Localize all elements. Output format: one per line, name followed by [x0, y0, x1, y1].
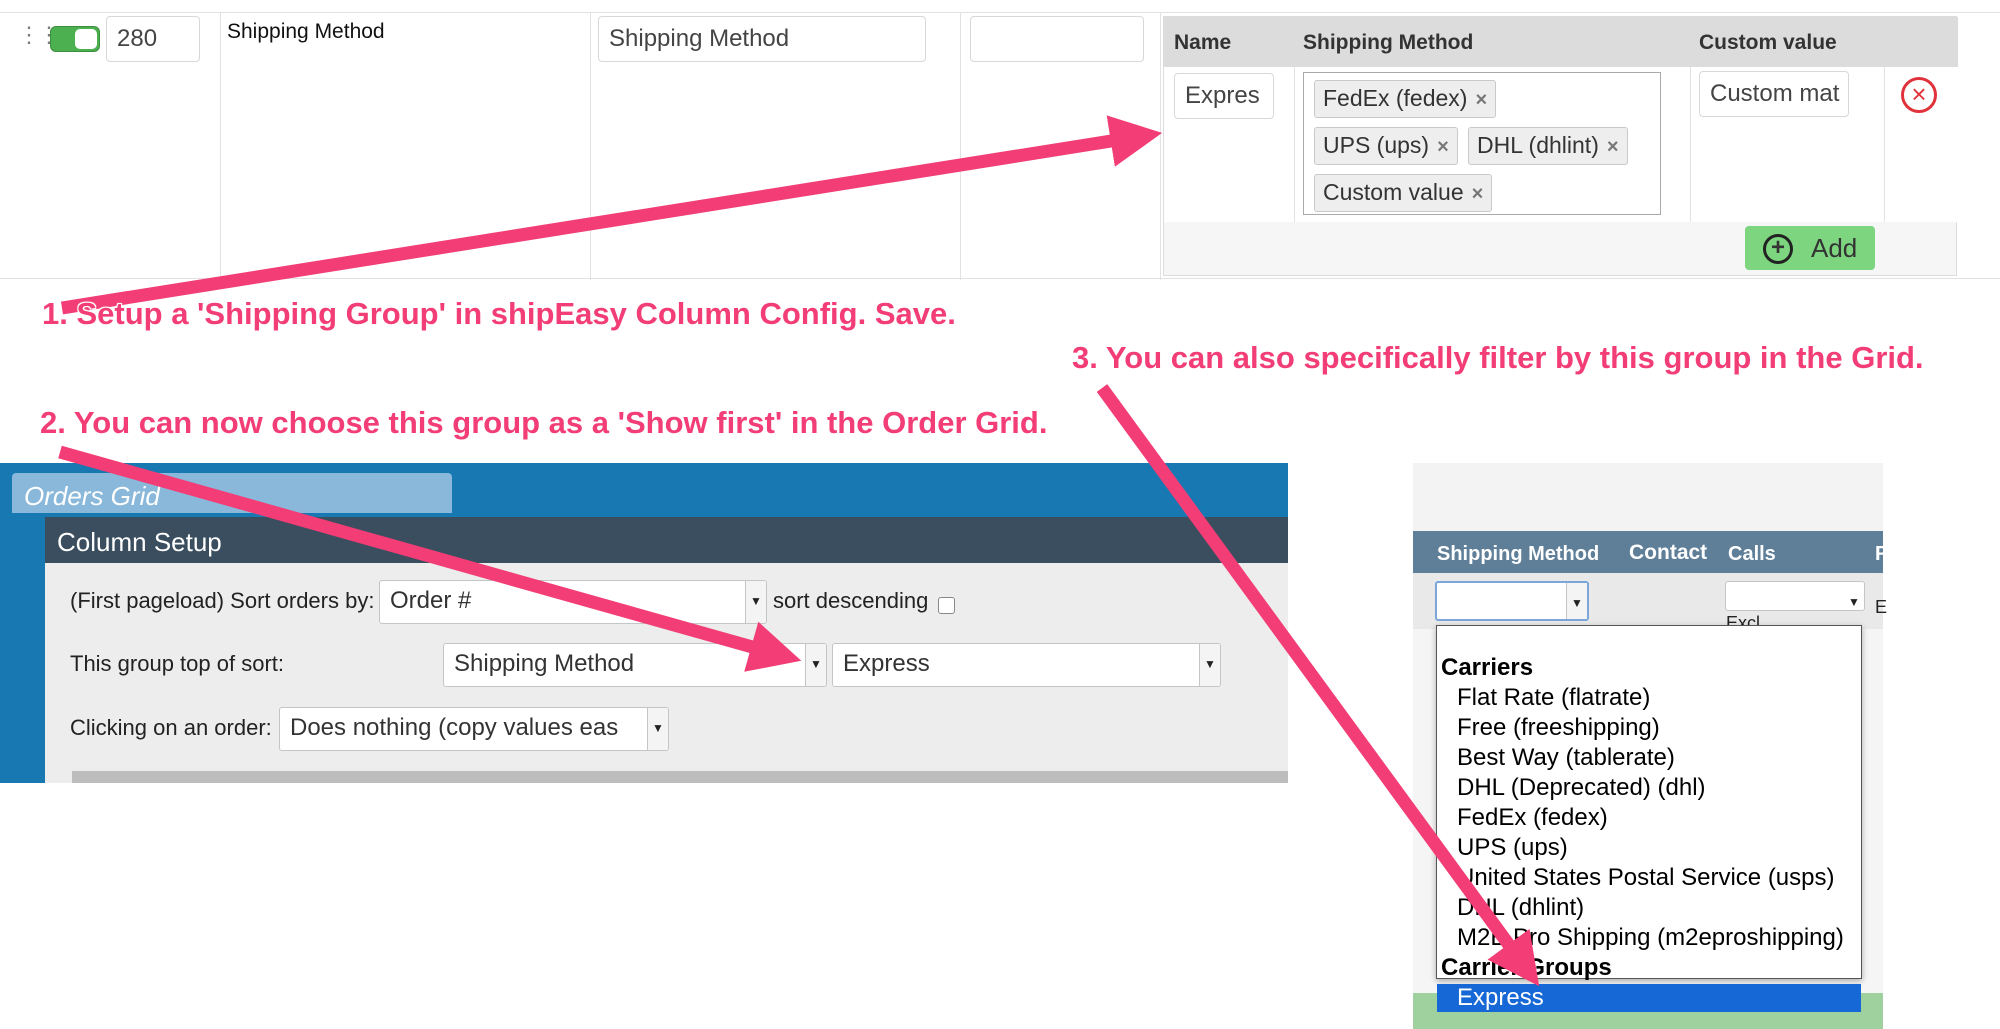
arrow-step2 [58, 445, 802, 672]
annotation-step2: 2. You can now choose this group as a 'S… [40, 405, 1048, 440]
annotation-step3: 3. You can also specifically filter by t… [1072, 340, 1924, 375]
annotation-arrows [58, 115, 1540, 987]
arrow-step1 [60, 115, 1163, 315]
arrow-step3 [1096, 384, 1540, 987]
annotation-step1: 1. Setup a 'Shipping Group' in shipEasy … [42, 296, 956, 331]
